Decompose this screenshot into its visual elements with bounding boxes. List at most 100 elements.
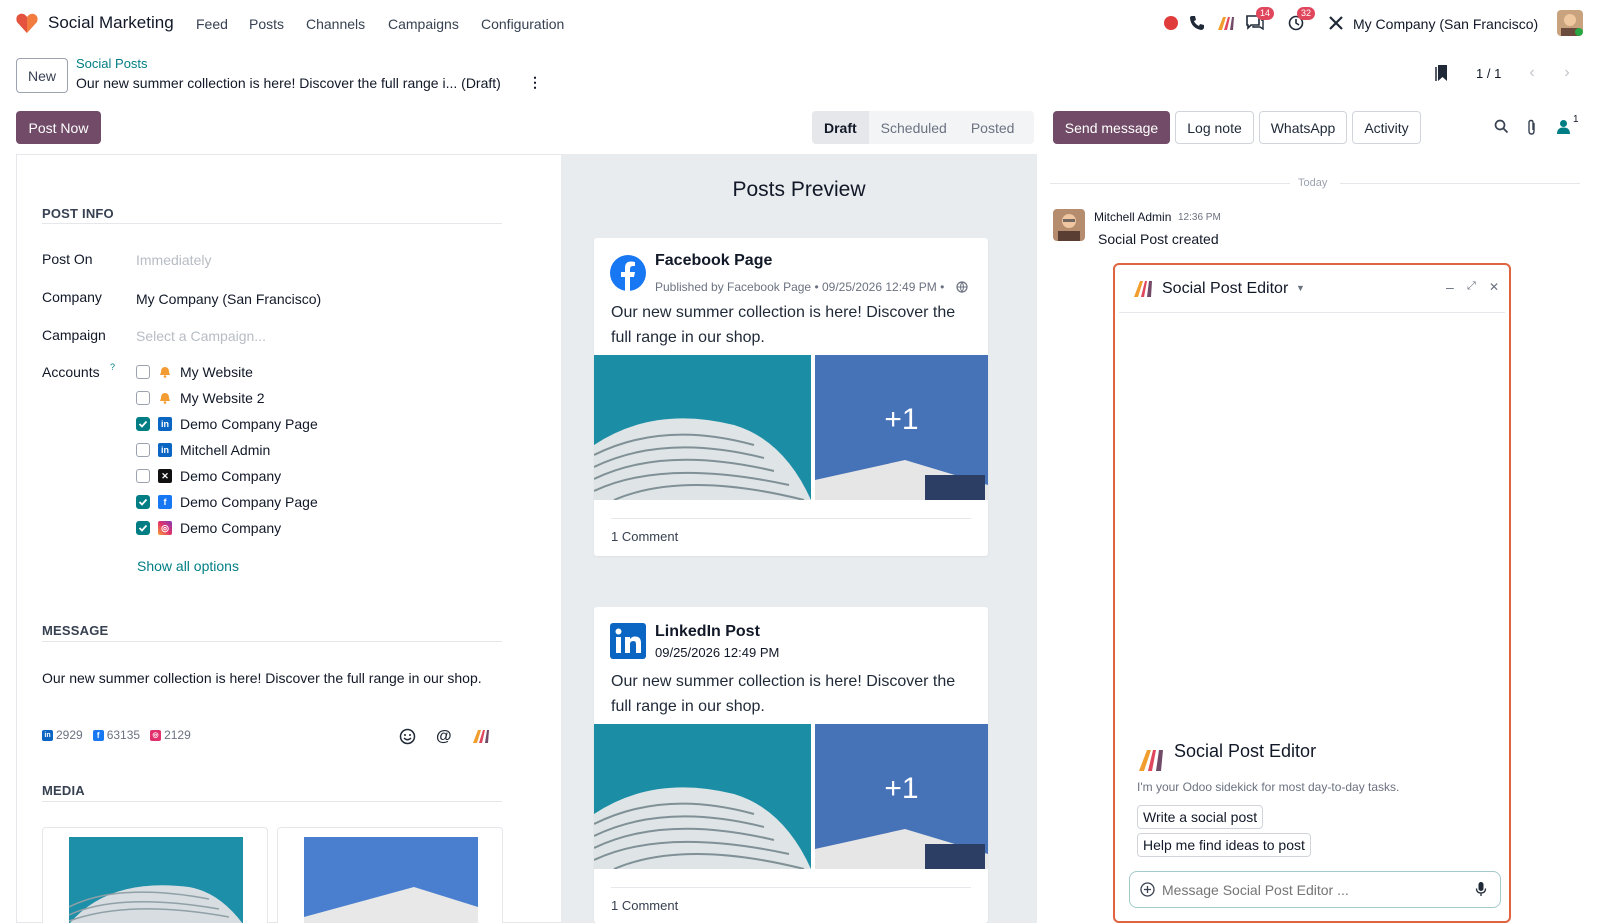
ai-intro-icon [1138,748,1164,775]
linkedin-image-more[interactable]: +1 [815,724,988,869]
section-divider [42,223,502,224]
mention-icon[interactable]: @ [436,728,452,746]
account-row[interactable]: ✕ Demo Company [136,468,281,484]
send-message-button[interactable]: Send message [1053,111,1170,144]
ai-icon[interactable] [1216,13,1236,33]
search-icon[interactable] [1494,119,1509,137]
media-item[interactable] [277,827,503,923]
ai-compose-icon[interactable] [472,729,490,747]
user-avatar[interactable] [1557,10,1583,36]
account-checkbox[interactable] [136,521,150,535]
company-switcher[interactable]: My Company (San Francisco) [1353,16,1538,32]
accounts-help-icon[interactable]: ? [110,362,115,372]
menu-campaigns[interactable]: Campaigns [388,16,459,32]
breadcrumb-parent[interactable]: Social Posts [76,56,148,71]
chevron-down-icon[interactable]: ▼ [1296,283,1305,293]
add-circle-icon[interactable] [1140,882,1155,900]
linkedin-post-text: Our new summer collection is here! Disco… [611,673,956,715]
account-row[interactable]: My Website [136,364,253,380]
record-actions-icon[interactable]: ⋮ [528,74,542,91]
account-checkbox[interactable] [136,417,150,431]
account-checkbox[interactable] [136,443,150,457]
facebook-comments[interactable]: 1 Comment [611,529,678,544]
bell-icon [158,365,172,379]
account-checkbox[interactable] [136,495,150,509]
paperclip-icon[interactable] [1526,119,1538,139]
menu-configuration[interactable]: Configuration [481,16,564,32]
facebook-icon: f [158,495,172,509]
section-divider [42,641,502,642]
post-now-button[interactable]: Post Now [16,111,101,144]
facebook-published: Published by Facebook Page • 09/25/2026 … [655,280,945,294]
emoji-icon[interactable] [399,728,416,748]
media-image-building [304,837,478,923]
account-row[interactable]: in Mitchell Admin [136,442,270,458]
x-icon: ✕ [158,469,172,483]
menu-feed[interactable]: Feed [196,16,228,32]
linkedin-date: 09/25/2026 12:49 PM [655,645,780,660]
facebook-image-more[interactable]: +1 [815,355,988,500]
account-label: Demo Company Page [180,494,318,510]
status-bar: Draft Scheduled Posted [812,111,1034,144]
app-logo-icon[interactable] [15,12,39,34]
messages-icon[interactable]: 14 [1245,7,1274,33]
message-title: MESSAGE [42,623,109,638]
clock-icon[interactable]: 32 [1286,7,1315,33]
record-icon[interactable] [1161,13,1181,33]
log-note-button[interactable]: Log note [1175,111,1254,144]
media-item[interactable] [42,827,268,923]
account-label: Demo Company [180,520,282,536]
today-divider-left [1050,183,1290,184]
message-text[interactable]: Our new summer collection is here! Disco… [42,670,482,686]
show-all-options-link[interactable]: Show all options [137,558,239,574]
new-button[interactable]: New [16,58,68,93]
instagram-icon: ◎ [158,521,172,535]
account-checkbox[interactable] [136,391,150,405]
linkedin-image-1[interactable] [594,724,811,869]
whatsapp-button[interactable]: WhatsApp [1259,111,1347,144]
pager-prev-icon[interactable]: ‹ [1517,58,1547,88]
tools-icon[interactable] [1326,13,1346,33]
expand-icon[interactable]: ⤢ [1467,280,1476,293]
bookmark-icon[interactable] [1434,64,1450,85]
phone-icon[interactable] [1187,13,1207,33]
message-author[interactable]: Mitchell Admin [1094,210,1171,224]
microphone-icon[interactable] [1475,881,1487,900]
account-row[interactable]: f Demo Company Page [136,494,318,510]
status-draft[interactable]: Draft [812,111,869,144]
pager-value[interactable]: 1 / 1 [1476,66,1501,81]
account-row[interactable]: ◎ Demo Company [136,520,281,536]
ai-message-input[interactable] [1162,878,1462,902]
account-checkbox[interactable] [136,365,150,379]
company-label: Company [42,289,102,305]
activity-button[interactable]: Activity [1352,111,1421,144]
bell-icon [158,391,172,405]
facebook-icon: f [92,729,104,741]
linkedin-comments[interactable]: 1 Comment [611,898,678,913]
account-row[interactable]: in Demo Company Page [136,416,318,432]
minimize-icon[interactable]: – [1446,279,1454,295]
menu-channels[interactable]: Channels [306,16,365,32]
campaign-field[interactable]: Select a Campaign... [136,328,266,344]
linkedin-stat: in 2929 [42,728,83,742]
status-posted[interactable]: Posted [959,111,1027,144]
linkedin-more-count: +1 [884,772,919,805]
account-checkbox[interactable] [136,469,150,483]
instagram-count: 2129 [164,728,191,742]
post-on-input[interactable]: Immediately [136,252,211,268]
author-avatar[interactable] [1053,209,1085,241]
suggestion-write-post[interactable]: Write a social post [1137,805,1264,829]
company-field[interactable]: My Company (San Francisco) [136,291,321,307]
status-scheduled[interactable]: Scheduled [869,111,959,144]
suggestion-find-ideas[interactable]: Help me find ideas to post [1137,833,1311,857]
activities-badge: 32 [1296,7,1315,20]
followers-icon[interactable] [1556,119,1571,137]
ai-chat-title[interactable]: Social Post Editor [1162,280,1288,298]
app-name[interactable]: Social Marketing [48,13,174,33]
menu-posts[interactable]: Posts [249,16,284,32]
pager-next-icon[interactable]: › [1552,58,1582,88]
linkedin-page-name: LinkedIn Post [655,623,760,640]
facebook-image-1[interactable] [594,355,811,500]
account-row[interactable]: My Website 2 [136,390,265,406]
close-icon[interactable]: ✕ [1489,280,1499,294]
